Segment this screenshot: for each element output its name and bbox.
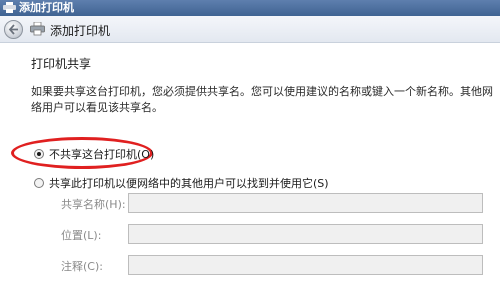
window-titlebar[interactable]: 添加打印机: [0, 0, 500, 16]
window-title: 添加打印机: [19, 1, 74, 14]
no-share-label: 不共享这台打印机(O): [49, 148, 155, 161]
comment-input[interactable]: [128, 255, 483, 275]
share-name-input[interactable]: [128, 193, 483, 213]
share-label: 共享此打印机以便网络中的其他用户可以找到并使用它(S): [49, 177, 329, 190]
share-name-label: 共享名称(H):: [61, 198, 126, 211]
comment-label: 注释(C):: [61, 260, 103, 273]
share-radio[interactable]: [34, 178, 44, 188]
location-input[interactable]: [128, 224, 483, 244]
printer-icon: [30, 22, 45, 36]
nav-title: 添加打印机: [50, 24, 111, 38]
share-option[interactable]: 共享此打印机以便网络中的其他用户可以找到并使用它(S): [34, 175, 329, 191]
printer-icon: [3, 2, 16, 13]
navigation-bar: 添加打印机: [0, 16, 500, 43]
back-arrow-icon: [8, 24, 18, 35]
section-description: 如果要共享这台打印机，您必须提供共享名。您可以使用建议的名称或键入一个新名称。其…: [31, 85, 493, 114]
no-share-radio[interactable]: [34, 149, 44, 159]
section-title: 打印机共享: [31, 57, 92, 71]
location-label: 位置(L):: [61, 229, 102, 242]
back-button[interactable]: [4, 20, 23, 39]
no-share-option[interactable]: 不共享这台打印机(O): [34, 146, 154, 162]
